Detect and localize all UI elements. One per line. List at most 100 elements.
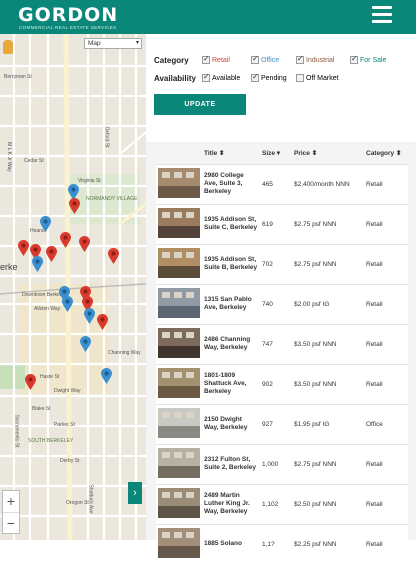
property-thumbnail[interactable]	[156, 323, 204, 364]
property-title[interactable]: 2150 Dwight Way, Berkeley	[204, 403, 262, 444]
checkbox-icon[interactable]	[350, 54, 358, 64]
checkbox-icon[interactable]	[296, 54, 304, 64]
property-category: Retail	[366, 203, 408, 244]
map-label-blake: Blake St	[32, 406, 51, 412]
property-title[interactable]: 1885 Solano	[204, 523, 262, 564]
map-pin-red[interactable]	[97, 314, 108, 330]
table-row[interactable]: 1885 Solano 1,1? $2.25 psf NNN Retail	[156, 523, 408, 564]
map-label-sacramento: Sacramento St	[13, 414, 20, 448]
map-pin-red[interactable]	[25, 374, 36, 390]
map-label-virginia: Virginia St	[78, 178, 101, 184]
filter-office-label: Office	[261, 56, 280, 64]
map-pin-blue[interactable]	[32, 256, 43, 272]
table-row[interactable]: 1801-1809 Shattuck Ave, Berkeley 902 $3.50…	[156, 363, 408, 404]
property-size: 902	[262, 363, 294, 404]
hamburger-menu-icon[interactable]	[372, 6, 394, 28]
map-type-select[interactable]: Map ▾	[84, 38, 142, 49]
property-title[interactable]: 2312 Fulton St, Suite 2, Berkeley	[204, 443, 262, 484]
property-thumbnail[interactable]	[156, 523, 204, 564]
map-pin-blue[interactable]	[84, 308, 95, 324]
property-thumbnail[interactable]	[156, 163, 204, 204]
filter-for-sale-label: For Sale	[360, 56, 387, 64]
checkbox-icon[interactable]	[202, 72, 210, 82]
filter-pending[interactable]: Pending	[251, 72, 287, 82]
filter-office[interactable]: Office	[251, 54, 280, 64]
map-pin-red[interactable]	[79, 236, 90, 252]
street-view-pegman-icon[interactable]	[3, 40, 13, 54]
table-row[interactable]: 1315 San Pablo Ave, Berkeley 740 $2.00 psf…	[156, 283, 408, 324]
checkbox-icon[interactable]	[296, 74, 304, 82]
checkbox-icon[interactable]	[251, 54, 259, 64]
table-row[interactable]: 1935 Addison St, Suite B, Berkeley 702 $2.…	[156, 243, 408, 284]
property-size: 1,102	[262, 483, 294, 524]
brand-logo[interactable]: GORDON	[18, 4, 118, 26]
property-title[interactable]: 2980 College Ave, Suite 3, Berkeley	[204, 163, 262, 204]
property-size: 702	[262, 243, 294, 284]
checkbox-icon[interactable]	[202, 54, 210, 64]
table-row[interactable]: 2486 Channing Way, Berkeley 747 $3.50 psf …	[156, 323, 408, 364]
property-title[interactable]: 1315 San Pablo Ave, Berkeley	[204, 283, 262, 324]
map-pin-red[interactable]	[108, 248, 119, 264]
sort-title-header[interactable]: Title ⬍	[204, 142, 262, 164]
table-row[interactable]: 2980 College Ave, Suite 3, Berkeley 465 $2…	[156, 163, 408, 204]
map-label-berryman: Berryman St	[4, 74, 32, 80]
map-pin-red[interactable]	[18, 240, 29, 256]
map-label-oregon: Oregon St	[66, 500, 89, 506]
table-row[interactable]: 2150 Dwight Way, Berkeley 927 $1.95 psf IG…	[156, 403, 408, 444]
map-pin-blue[interactable]	[40, 216, 51, 232]
table-row[interactable]: 2489 Martin Luther King Jr. Way, Berkele…	[156, 483, 408, 524]
property-price: $2.50 psf NNN	[294, 483, 366, 524]
property-title[interactable]: 1801-1809 Shattuck Ave, Berkeley	[204, 363, 262, 404]
property-size: 465	[262, 163, 294, 204]
map-pin-red[interactable]	[60, 232, 71, 248]
property-thumbnail[interactable]	[156, 443, 204, 484]
map-pin-blue[interactable]	[62, 296, 73, 312]
update-button[interactable]: UPDATE	[154, 94, 246, 115]
table-row[interactable]: 2312 Fulton St, Suite 2, Berkeley 1,000 $2…	[156, 443, 408, 484]
property-thumbnail[interactable]	[156, 483, 204, 524]
property-size: 740	[262, 283, 294, 324]
filter-off-market-label: Off Market	[306, 74, 339, 82]
property-price: $1.95 psf IG	[294, 403, 366, 444]
property-thumbnail[interactable]	[156, 283, 204, 324]
property-thumbnail[interactable]	[156, 403, 204, 444]
sort-category-header[interactable]: Category ⬍	[366, 142, 408, 164]
property-map[interactable]: Berryman St Cedar St Virginia St NORMAND…	[0, 34, 146, 540]
map-pin-blue[interactable]	[80, 336, 91, 352]
filter-available[interactable]: Available	[202, 72, 241, 82]
property-thumbnail[interactable]	[156, 243, 204, 284]
property-price: $3.50 psf NNN	[294, 363, 366, 404]
sort-price-header[interactable]: Price ⬍	[294, 142, 366, 164]
property-price: $2.00 psf IG	[294, 283, 366, 324]
filter-industrial[interactable]: Industrial	[296, 54, 334, 64]
zoom-control: + −	[2, 490, 20, 534]
filter-retail[interactable]: Retail	[202, 54, 230, 64]
map-label-south: SOUTH BERKELEY	[28, 438, 74, 444]
property-thumbnail[interactable]	[156, 363, 204, 404]
map-pin-red[interactable]	[69, 198, 80, 214]
filter-off-market[interactable]: Off Market	[296, 74, 339, 82]
filter-panel: Category Retail Office Industrial For Sa…	[146, 34, 416, 142]
property-title[interactable]: 2486 Channing Way, Berkeley	[204, 323, 262, 364]
zoom-out-button[interactable]: −	[3, 512, 19, 533]
map-label-parker: Parker St	[54, 422, 75, 428]
expand-panel-button[interactable]: ›	[128, 482, 142, 504]
brand-tagline: COMMERCIAL REAL ESTATE SERVICES	[19, 25, 117, 30]
sort-size-header[interactable]: Size ▾	[262, 142, 294, 164]
property-thumbnail[interactable]	[156, 203, 204, 244]
map-label-derby: Derby St	[60, 458, 80, 464]
table-row[interactable]: 1935 Addison St, Suite C, Berkeley 619 $2.…	[156, 203, 408, 244]
filter-available-label: Available	[212, 74, 241, 82]
checkbox-icon[interactable]	[251, 72, 259, 82]
map-label-cedar: Cedar St	[24, 158, 44, 164]
property-price: $2.75 psf NNN	[294, 443, 366, 484]
property-title[interactable]: 1935 Addison St, Suite C, Berkeley	[204, 203, 262, 244]
map-pin-red[interactable]	[46, 246, 57, 262]
filter-for-sale[interactable]: For Sale	[350, 54, 387, 64]
property-price: $2.75 psf NNN	[294, 243, 366, 284]
property-title[interactable]: 1935 Addison St, Suite B, Berkeley	[204, 243, 262, 284]
property-category: Retail	[366, 523, 408, 564]
property-title[interactable]: 2489 Martin Luther King Jr. Way, Berkele…	[204, 483, 262, 524]
zoom-in-button[interactable]: +	[3, 491, 19, 512]
map-pin-blue[interactable]	[101, 368, 112, 384]
